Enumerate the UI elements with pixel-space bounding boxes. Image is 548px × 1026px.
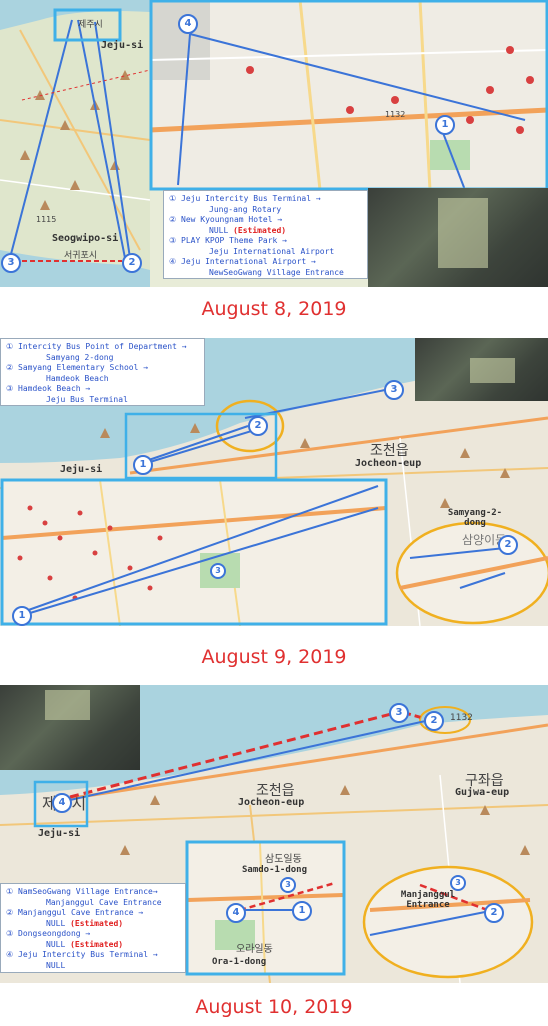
road-number-label: 1132 <box>450 713 473 723</box>
inset-marker-4: 4 <box>226 903 246 923</box>
map-panel-aug8: Jeju-si 제주시 Seogwipo-si 서귀포시 1115 1132 1… <box>0 0 548 287</box>
route-marker-3: 3 <box>384 380 404 400</box>
route-marker-3: 3 <box>389 703 409 723</box>
route-legend-aug10: ① NamSeoGwang Village Entrance→ Manjangg… <box>0 883 186 973</box>
oval-marker-3: 3 <box>450 875 466 891</box>
city-label-jeju-si: Jeju-si <box>38 828 81 839</box>
ora-label: Ora-1-dong <box>212 957 267 967</box>
satellite-thumbnail <box>0 685 140 770</box>
inset-marker-3: 3 <box>280 877 296 893</box>
map-panel-aug9: Jeju-si 조천읍 Jocheon-eup Samyang-2-dong 삼… <box>0 338 548 626</box>
road-number-label: 1115 <box>36 215 57 224</box>
samyang-label: Samyang-2-dong <box>447 508 503 528</box>
city-label-jeju-si: Jeju-si <box>101 40 144 51</box>
ora-label-ko: 오라일동 <box>236 944 273 955</box>
manjanggul-label: Manjanggul Entrance <box>400 890 456 910</box>
oval-marker-2: 2 <box>484 903 504 923</box>
route-marker-2: 2 <box>122 253 142 273</box>
route-marker-4: 4 <box>178 14 198 34</box>
samdo-label: Samdo-1-dong <box>242 865 308 875</box>
city-label-jeju-si: Jeju-si <box>60 464 103 475</box>
inset-marker-1: 1 <box>12 606 32 626</box>
jocheon-label: Jocheon-eup <box>238 797 305 808</box>
route-marker-2: 2 <box>424 711 444 731</box>
region-label-seogwipo: Seogwipo-si <box>52 233 119 244</box>
date-caption-aug9: August 9, 2019 <box>201 646 347 668</box>
satellite-thumbnail <box>415 338 548 401</box>
route-marker-2: 2 <box>248 416 268 436</box>
route-marker-1: 1 <box>133 455 153 475</box>
route-marker-1: 1 <box>435 115 455 135</box>
route-legend-aug8: ① Jeju Intercity Bus Terminal → Jung-ang… <box>163 190 368 279</box>
map-panel-aug10: 제주시 Jeju-si 조천읍 Jocheon-eup 구좌읍 Gujwa-eu… <box>0 685 548 983</box>
jocheon-label: Jocheon-eup <box>355 458 422 469</box>
samdo-label-ko: 삼도일동 <box>265 854 302 865</box>
date-caption-aug8: August 8, 2019 <box>201 298 347 320</box>
city-label-jeju-ko: 제주시 <box>78 20 103 30</box>
route-marker-3: 3 <box>1 253 21 273</box>
gujwa-label: Gujwa-eup <box>455 787 510 798</box>
satellite-thumbnail <box>368 188 548 287</box>
route-marker-4: 4 <box>52 793 72 813</box>
inset-marker-1: 1 <box>292 901 312 921</box>
date-caption-aug10: August 10, 2019 <box>195 996 353 1018</box>
route-legend-aug9: ① Intercity Bus Point of Department → Sa… <box>0 338 205 406</box>
inset-marker-3: 3 <box>210 563 226 579</box>
inset-road-number: 1132 <box>385 110 406 119</box>
jocheon-label-ko: 조천읍 <box>370 443 409 459</box>
region-label-seogwipo-ko: 서귀포시 <box>64 251 98 261</box>
inset-marker-2: 2 <box>498 535 518 555</box>
